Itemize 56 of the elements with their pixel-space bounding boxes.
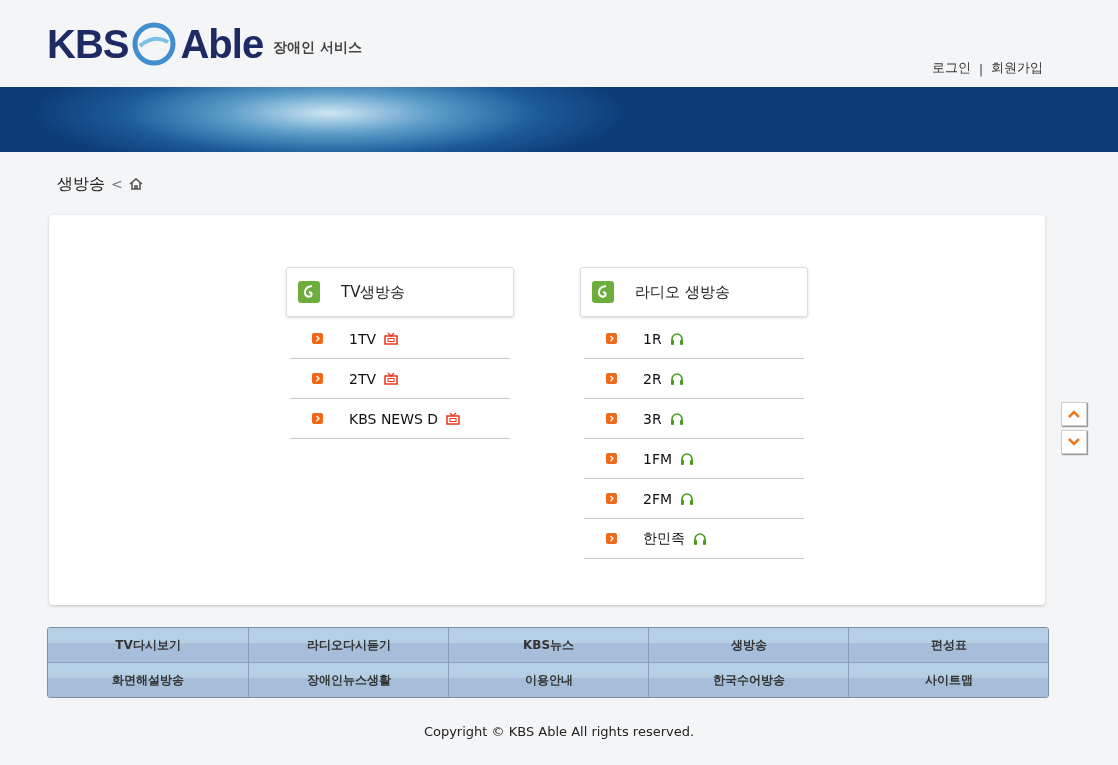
tv-icon <box>446 412 461 425</box>
logo-text: Able <box>180 21 264 67</box>
headphones-icon <box>669 371 684 386</box>
headphones-icon <box>680 451 695 466</box>
copyright-text: Copyright © KBS Able All rights reserved. <box>422 724 696 739</box>
footer-menu-item[interactable]: 사이트맵 <box>848 663 1048 697</box>
channel-link[interactable]: 1FM <box>584 439 804 479</box>
arrow-bullet-icon <box>606 413 617 424</box>
swirl-icon <box>297 280 321 304</box>
channel-link[interactable]: 2R <box>584 359 804 399</box>
arrow-bullet-icon <box>606 373 617 384</box>
footer-menu-item[interactable]: 라디오다시듣기 <box>248 628 448 662</box>
headphones-icon <box>669 331 684 346</box>
tv-icon <box>384 372 399 385</box>
section-title: 라디오 생방송 <box>635 282 730 302</box>
scroll-up-button[interactable] <box>1061 402 1087 426</box>
channel-link[interactable]: 3R <box>584 399 804 439</box>
arrow-bullet-icon <box>312 373 323 384</box>
breadcrumb-separator: < <box>111 176 123 192</box>
footer-menu-item[interactable]: 생방송 <box>648 628 848 662</box>
footer-menu-item[interactable]: 이용안내 <box>448 663 648 697</box>
login-link[interactable]: 로그인 <box>931 59 971 77</box>
headphones-icon <box>669 411 684 426</box>
section-title: TV생방송 <box>341 282 406 302</box>
signup-link[interactable]: 회원가입 <box>991 59 1043 77</box>
footer-menu-item[interactable]: 한국수어방송 <box>648 663 848 697</box>
logo-text: KBS <box>47 21 129 67</box>
headphones-icon <box>693 531 707 546</box>
footer-menu-item[interactable]: 편성표 <box>848 628 1048 662</box>
channel-link[interactable]: 한민족 <box>584 519 804 559</box>
swirl-logo-icon <box>132 22 177 66</box>
footer-menu-item[interactable]: KBS뉴스 <box>448 628 648 662</box>
headphones-icon <box>680 491 695 506</box>
home-icon[interactable] <box>128 178 143 190</box>
scroll-down-button[interactable] <box>1061 430 1087 454</box>
arrow-bullet-icon <box>606 493 617 504</box>
channel-link[interactable]: 2TV <box>290 359 510 399</box>
arrow-bullet-icon <box>312 413 323 424</box>
footer-menu-item[interactable]: 화면해설방송 <box>48 663 248 697</box>
tv-icon <box>384 332 399 345</box>
channel-link[interactable]: 2FM <box>584 479 804 519</box>
arrow-bullet-icon <box>606 533 617 544</box>
chevron-up-icon <box>1068 410 1080 418</box>
footer-menu-item[interactable]: TV다시보기 <box>48 628 248 662</box>
chevron-down-icon <box>1068 438 1080 446</box>
channel-link[interactable]: 1R <box>584 319 804 359</box>
arrow-bullet-icon <box>606 453 617 464</box>
logo-tagline: 장애인 서비스 <box>273 39 362 57</box>
channel-link[interactable]: 1TV <box>290 319 510 359</box>
link-separator: | <box>978 63 983 77</box>
breadcrumb-current: 생방송 <box>57 173 105 195</box>
arrow-bullet-icon <box>606 333 617 344</box>
arrow-bullet-icon <box>312 333 323 344</box>
channel-link[interactable]: KBS NEWS D <box>290 399 510 439</box>
footer-menu-item[interactable]: 장애인뉴스생활 <box>248 663 448 697</box>
swirl-icon <box>591 280 615 304</box>
